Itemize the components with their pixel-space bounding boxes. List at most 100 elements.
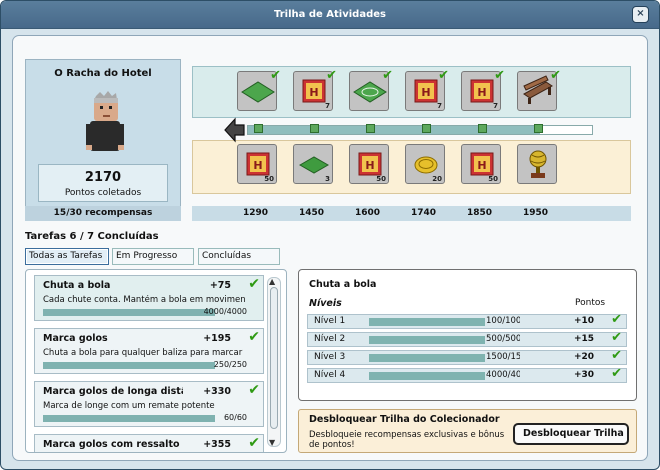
reward-slot[interactable]: 20 [405,144,445,184]
reward-quantity: 50 [488,175,498,183]
svg-text:H: H [309,86,318,99]
rewards-counter: 15/30 recompensas [25,206,181,221]
list-item[interactable]: Chuta a bola +75 ✔ Cada chute conta. Man… [34,275,264,321]
task-progress: 250/250 [213,360,247,369]
level-progress-bar [369,318,485,326]
svg-text:H: H [421,86,430,99]
level-name: Nível 4 [314,370,346,380]
level-points: +10 [574,316,595,326]
tab-in-progress[interactable]: Em Progresso [112,248,194,265]
level-row: Nível 2 500/500 +15 ✔ [307,330,627,347]
check-icon: ✔ [248,382,260,398]
unlock-button[interactable]: Desbloquear Trilha [513,423,629,445]
milestones-row: 1290 1450 1600 1740 1850 1950 [192,206,631,221]
level-progress-bar [369,336,485,344]
activity-trail-window: Trilha de Atividades × O Racha do Hotel … [0,0,660,470]
level-progress-bar [369,372,485,380]
reward-quantity: 50 [376,175,386,183]
scroll-thumb[interactable] [270,287,278,429]
check-icon: ✔ [494,68,505,83]
check-icon: ✔ [270,68,281,83]
check-icon: ✔ [248,276,260,292]
levels-header: Níveis [309,298,342,309]
check-icon: ✔ [382,68,393,83]
task-list-scrollbar[interactable]: ▲ ▼ [267,277,281,447]
reward-slot[interactable]: 3 [293,144,333,184]
level-name: Nível 1 [314,316,346,326]
level-row: Nível 4 4000/4000 +30 ✔ [307,366,627,383]
list-item[interactable]: Marca golos com ressalto +355 ✔ [34,434,264,452]
reward-slot[interactable]: H 50 [349,144,389,184]
close-button[interactable]: × [632,6,649,23]
level-progress-bar [369,354,485,362]
task-title: Marca golos de longa distância [43,386,183,397]
task-points: +195 [203,333,231,344]
reward-slot[interactable] [517,144,557,184]
milestone-points: 1290 [243,208,269,218]
task-title: Marca golos com ressalto [43,439,180,450]
check-icon: ✔ [611,330,622,345]
task-progress-bar [43,415,215,422]
profile-card: O Racha do Hotel 2170 Pontos coletados [25,59,181,221]
check-icon: ✔ [611,348,622,363]
reward-quantity: 7 [493,102,498,110]
track-node [254,124,263,133]
track-node [310,124,319,133]
tab-completed[interactable]: Concluídas [198,248,280,265]
list-item[interactable]: Marca golos +195 ✔ Chuta a bola para qua… [34,328,264,374]
check-icon: ✔ [248,329,260,345]
scroll-up-icon[interactable]: ▲ [269,277,275,286]
track-progress-fill [248,126,540,134]
list-item[interactable]: Marca golos de longa distância +330 ✔ Ma… [34,381,264,427]
unlock-description: Desbloqueie recompensas exclusivas e bôn… [309,430,505,450]
check-icon: ✔ [248,435,260,451]
check-icon: ✔ [550,68,561,83]
task-description: Chuta a bola para qualquer baliza para m… [43,348,243,358]
title-bar[interactable]: Trilha de Atividades × [1,1,659,29]
reward-quantity: 7 [325,102,330,110]
track-node [422,124,431,133]
profile-name: O Racha do Hotel [54,68,152,79]
unlock-title: Desbloquear Trilha do Colecionador [309,414,500,425]
check-icon: ✔ [611,312,622,327]
task-progress: 60/60 [223,413,247,422]
trophy-icon [529,150,547,178]
level-points: +15 [574,334,595,344]
avatar [86,91,124,151]
check-icon: ✔ [611,366,622,381]
reward-slot[interactable]: ✔ [349,68,393,111]
reward-slot[interactable]: H 50 [237,144,277,184]
task-points: +330 [203,386,231,397]
check-icon: ✔ [326,68,337,83]
reward-slot[interactable]: ✔ [517,68,561,111]
level-progress: 4000/4000 [486,370,520,380]
milestone-points: 1740 [411,208,437,218]
reward-slot[interactable]: H 7 ✔ [293,68,337,111]
reward-quantity: 20 [432,175,442,183]
task-progress-bar [43,362,215,369]
task-progress-bar [43,309,215,316]
level-progress: 500/500 [486,334,520,344]
reward-slot[interactable]: H 7 ✔ [461,68,505,111]
back-arrow-icon[interactable] [223,117,245,143]
scroll-down-icon[interactable]: ▼ [269,438,275,447]
level-progress: 100/100 [486,316,520,326]
level-points: +20 [574,352,595,362]
svg-text:H: H [477,86,486,99]
reward-quantity: 7 [437,102,442,110]
task-title: Chuta a bola [43,280,111,291]
tab-all-tasks[interactable]: Todas as Tarefas [25,248,109,265]
reward-slot[interactable]: H 7 ✔ [405,68,449,111]
task-title: Marca golos [43,333,108,344]
milestone-points: 1950 [523,208,549,218]
points-box: 2170 Pontos coletados [38,164,168,202]
task-points: +355 [203,439,231,450]
reward-quantity: 50 [264,175,274,183]
points-value: 2170 [84,170,122,185]
reward-slot[interactable]: ✔ [237,68,281,111]
task-list: Chuta a bola +75 ✔ Cada chute conta. Man… [25,269,287,453]
reward-slot[interactable]: H 50 [461,144,501,184]
level-name: Nível 2 [314,334,346,344]
level-row: Nível 3 1500/1500 +20 ✔ [307,348,627,365]
task-points: +75 [209,280,231,291]
